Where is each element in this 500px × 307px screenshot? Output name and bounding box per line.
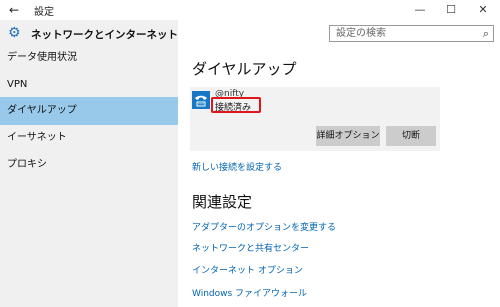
search-box[interactable]: 設定の検索 ⌕ xyxy=(329,25,494,42)
related-link-network-sharing-center[interactable]: ネットワークと共有センター xyxy=(192,241,309,254)
sidebar-item-label: VPN xyxy=(7,79,28,90)
app-title: ネットワークとインターネット xyxy=(31,29,178,41)
related-link-windows-firewall[interactable]: Windows ファイアウォール xyxy=(192,286,307,299)
setup-new-connection-link[interactable]: 新しい接続を設定する xyxy=(192,160,282,173)
title-bar: ← 設定 — ☐ ✕ xyxy=(0,0,500,20)
sidebar: ⚙ ネットワークとインターネット データ使用状況 VPN ダイヤルアップ イーサ… xyxy=(0,20,178,307)
dialup-phone-icon xyxy=(192,91,210,109)
minimize-button[interactable]: — xyxy=(405,0,435,20)
page-title: ダイヤルアップ xyxy=(192,60,297,78)
search-icon[interactable]: ⌕ xyxy=(483,27,489,41)
disconnect-button[interactable]: 切断 xyxy=(386,126,436,146)
app-header: ⚙ ネットワークとインターネット xyxy=(0,20,178,46)
sidebar-item-ethernet[interactable]: イーサネット xyxy=(0,124,178,152)
related-link-internet-options[interactable]: インターネット オプション xyxy=(192,263,303,276)
sidebar-item-proxy[interactable]: プロキシ xyxy=(0,151,178,179)
window-title: 設定 xyxy=(34,7,54,18)
close-button[interactable]: ✕ xyxy=(468,0,498,20)
advanced-options-button[interactable]: 詳細オプション xyxy=(316,126,380,146)
related-link-adapter-options[interactable]: アダプターのオプションを変更する xyxy=(192,220,336,233)
highlight-box xyxy=(211,97,261,113)
sidebar-item-dialup[interactable]: ダイヤルアップ xyxy=(0,97,178,125)
gear-icon: ⚙ xyxy=(8,25,21,41)
related-settings-heading: 関連設定 xyxy=(192,193,253,211)
search-input[interactable]: 設定の検索 xyxy=(336,27,386,41)
sidebar-item-label: データ使用状況 xyxy=(7,52,77,63)
sidebar-item-label: ダイヤルアップ xyxy=(7,105,77,116)
sidebar-item-data-usage[interactable]: データ使用状況 xyxy=(0,44,178,72)
maximize-button[interactable]: ☐ xyxy=(436,0,466,20)
sidebar-item-vpn[interactable]: VPN xyxy=(0,71,178,99)
sidebar-item-label: イーサネット xyxy=(7,132,67,143)
sidebar-item-label: プロキシ xyxy=(7,159,47,170)
back-arrow-icon[interactable]: ← xyxy=(6,2,22,18)
